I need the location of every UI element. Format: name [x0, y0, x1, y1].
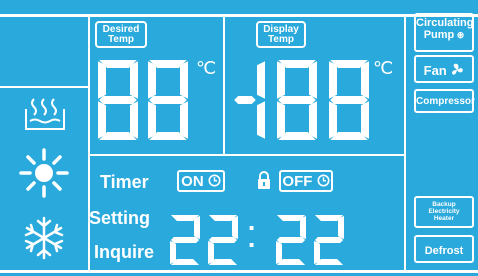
- clock-minute-digit-segment: [314, 240, 320, 265]
- clock-minute-digit-segment: [338, 215, 344, 240]
- clock-hour-digit-segment: [208, 237, 238, 243]
- clock-hour-digit-segment: [170, 237, 200, 243]
- clock-minute-digit-segment: [300, 215, 306, 240]
- clock-digits: [170, 215, 344, 265]
- clock-hour-digit-segment: [170, 240, 176, 265]
- clock-minute-digit-segment: [276, 237, 306, 243]
- clock-hour-digit-segment: [194, 215, 200, 240]
- clock-minute-digit-segment: [314, 237, 344, 243]
- clock-hour-digit-segment: [232, 215, 238, 240]
- lcd-panel: Desired Temp Display Temp ℃ ℃ Circulatin…: [0, 0, 478, 276]
- clock-minute-digit-segment: [276, 240, 282, 265]
- clock-hour-digit-segment: [208, 240, 214, 265]
